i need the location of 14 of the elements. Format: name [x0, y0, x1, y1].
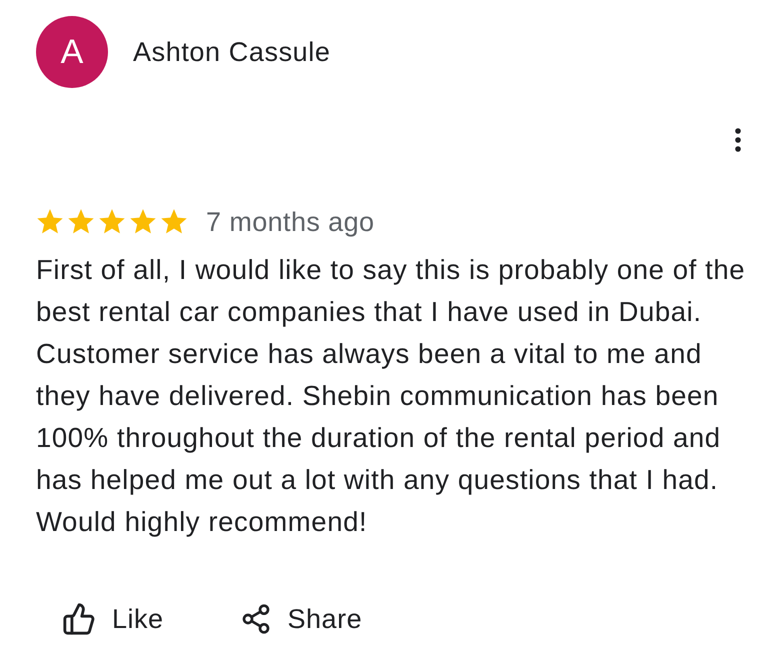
share-button[interactable]: Share — [236, 597, 366, 641]
review-time: 7 months ago — [206, 206, 374, 238]
reviewer-name: Ashton Cassule — [133, 36, 331, 68]
review-text: First of all, I would like to say this is probably one of the best rental car companies that I have used in Dubai. Customer service has always been a vital to me and they have delivered. Shebin communication has been 100% throughout the duration of the rental period and has helped me out a lot with any questions that I had. Would highly recommend! — [36, 253, 746, 539]
star-icon — [36, 208, 64, 236]
star-icon — [129, 208, 157, 236]
avatar: A — [36, 16, 108, 88]
star-icon — [160, 208, 188, 236]
share-icon — [240, 603, 272, 635]
star-icon — [67, 208, 95, 236]
like-button[interactable]: Like — [58, 597, 168, 641]
star-icon — [98, 208, 126, 236]
thumbs-up-icon — [62, 602, 96, 636]
more-vertical-icon — [735, 128, 741, 152]
